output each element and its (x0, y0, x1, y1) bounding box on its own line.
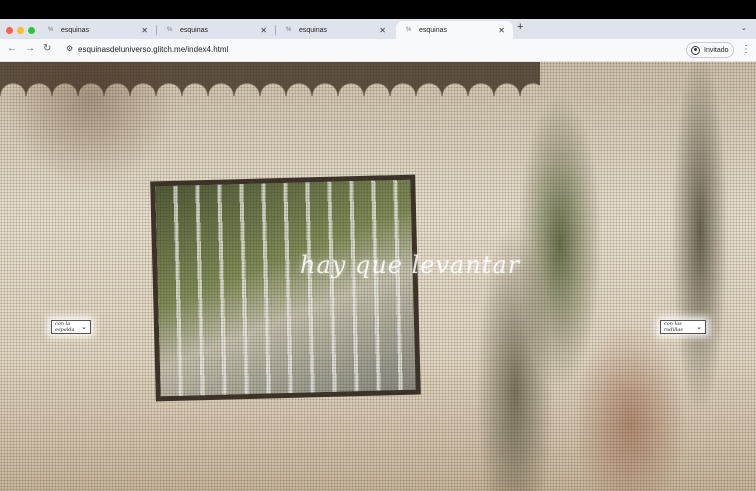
url-text[interactable]: esquinasdeluniverso.glitch.me/index4.htm… (78, 45, 228, 54)
back-arrow-icon[interactable]: ← (7, 43, 17, 54)
right-select[interactable]: con las rodillas ⌄ (660, 320, 706, 334)
right-select-value: con las rodillas (664, 321, 683, 333)
headline-text: hay que levantar (300, 251, 521, 279)
left-select[interactable]: con la espalda ⌄ (51, 320, 91, 334)
tab-search-chevron-icon[interactable]: ⌄ (741, 24, 747, 32)
left-select-value: con la espalda (55, 321, 75, 333)
close-tab-icon[interactable]: ✕ (260, 26, 267, 35)
profile-button[interactable]: Invitado (686, 42, 734, 58)
forward-arrow-icon[interactable]: → (25, 43, 35, 54)
tab-title: esquinas (180, 26, 209, 34)
browser-toolbar: ← → ↻ ⚙ esquinasdeluniverso.glitch.me/in… (0, 39, 756, 62)
favicon-icon: % (167, 27, 173, 33)
address-bar[interactable]: ⚙ esquinasdeluniverso.glitch.me/index4.h… (58, 42, 678, 59)
close-tab-icon[interactable]: ✕ (379, 26, 386, 35)
profile-label: Invitado (704, 46, 729, 54)
chevron-down-icon: ⌄ (696, 323, 702, 331)
reload-icon[interactable]: ↻ (43, 43, 51, 54)
tab-1[interactable]: % esquinas ✕ (38, 21, 156, 39)
tab-3[interactable]: % esquinas ✕ (276, 21, 394, 39)
minimize-window-dot[interactable] (17, 27, 24, 34)
tab-title: esquinas (61, 26, 90, 34)
maximize-window-dot[interactable] (28, 27, 35, 34)
tab-2[interactable]: % esquinas ✕ (157, 21, 275, 39)
favicon-icon: % (286, 27, 292, 33)
profile-icon (691, 45, 700, 55)
tab-4-active[interactable]: % esquinas ✕ (396, 21, 513, 39)
favicon-icon: % (48, 27, 54, 33)
close-window-dot[interactable] (6, 27, 13, 34)
close-tab-icon[interactable]: ✕ (498, 26, 505, 35)
chevron-down-icon: ⌄ (81, 323, 87, 331)
close-tab-icon[interactable]: ✕ (141, 26, 148, 35)
tab-title: esquinas (299, 26, 328, 34)
new-tab-icon[interactable]: + (517, 21, 523, 33)
site-settings-icon[interactable]: ⚙ (66, 44, 73, 53)
menu-kebab-icon[interactable]: ⋮ (741, 44, 751, 55)
page-content: hay que levantar con la espalda ⌄ con la… (0, 62, 756, 491)
tab-strip: % esquinas ✕ % esquinas ✕ % esquinas ✕ %… (0, 19, 756, 39)
favicon-icon: % (406, 27, 412, 33)
top-black-bar (0, 0, 756, 19)
tab-title: esquinas (419, 26, 448, 34)
